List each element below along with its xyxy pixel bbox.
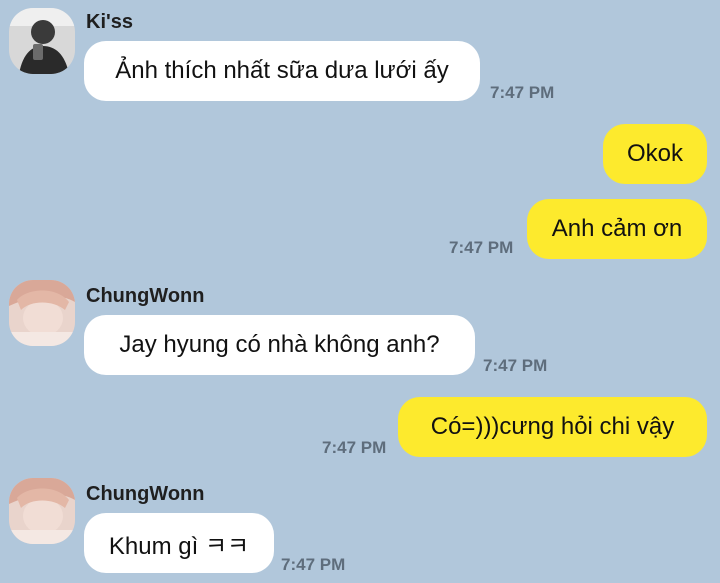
message-text: Okok — [626, 140, 683, 167]
message-bubble-outgoing[interactable]: Okok — [603, 124, 707, 184]
message-bubble-incoming[interactable]: Ảnh thích nhất sữa dưa lưới ấy — [84, 41, 480, 101]
message-text: Ảnh thích nhất sữa dưa lưới ấy — [115, 57, 449, 84]
message-bubble-incoming[interactable]: Khum gì ㅋㅋ — [84, 513, 274, 573]
message-text: Có=)))cưng hỏi chi vậy — [430, 413, 675, 440]
message-bubble-outgoing[interactable]: Có=)))cưng hỏi chi vậy — [398, 397, 707, 457]
message-timestamp: 7:47 PM — [449, 238, 514, 257]
sender-name: Ki'ss — [86, 11, 134, 33]
message-bubble-outgoing[interactable]: Anh cảm ơn — [527, 199, 707, 259]
message-timestamp: 7:47 PM — [490, 83, 555, 102]
avatar-kiss[interactable] — [9, 8, 75, 74]
message-timestamp: 7:47 PM — [483, 356, 548, 375]
message-text: Anh cảm ơn — [551, 215, 683, 242]
message-text: Jay hyung có nhà không anh? — [119, 331, 440, 358]
sender-name: ChungWonn — [86, 285, 205, 307]
message-timestamp: 7:47 PM — [322, 438, 387, 457]
avatar-chungwonn[interactable] — [9, 478, 75, 544]
avatar-chungwonn[interactable] — [9, 280, 75, 346]
message-timestamp: 7:47 PM — [281, 555, 346, 574]
message-text: Khum gì ㅋㅋ — [108, 532, 250, 560]
sender-name: ChungWonn — [86, 483, 205, 505]
message-bubble-incoming[interactable]: Jay hyung có nhà không anh? — [84, 315, 475, 375]
